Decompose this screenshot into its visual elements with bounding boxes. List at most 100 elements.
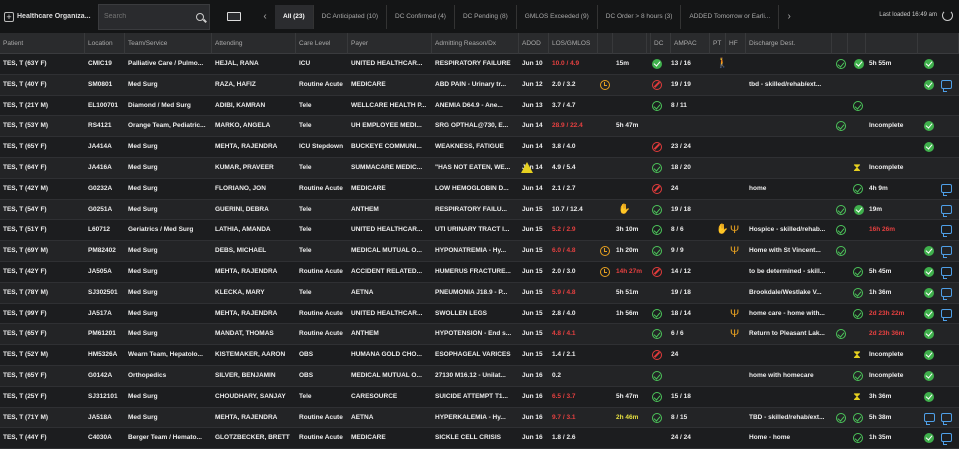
payer-cell: UH EMPLOYEE MEDI...	[351, 122, 422, 130]
table-row[interactable]: TES, T (53Y M) RS4121 Orange Team, Pediatr…	[0, 116, 959, 138]
search-icon[interactable]	[196, 12, 204, 21]
comment-icon[interactable]	[941, 79, 952, 92]
keyboard-button[interactable]	[210, 0, 258, 33]
column-header[interactable]: Discharge Dest.	[746, 33, 832, 54]
check-circle-icon	[652, 204, 662, 215]
search-input[interactable]	[104, 13, 184, 20]
organization-selector[interactable]: + Healthcare Organiza...	[0, 0, 98, 33]
tab-gmlos-exceeded[interactable]: GMLOS Exceeded (9)	[517, 4, 598, 29]
refresh-icon[interactable]	[942, 10, 953, 21]
admit-date-cell: Jun 15	[522, 351, 543, 359]
los-gmlos-cell: 3.7 / 4.7	[552, 101, 576, 109]
comment-icon[interactable]	[941, 204, 952, 217]
attending-cell: GUERINI, DEBRA	[215, 205, 269, 213]
table-row[interactable]: TES, T (78Y M) SJ302501 Med Surg KLECKA, MA…	[0, 282, 959, 304]
column-header[interactable]: Patient	[0, 33, 85, 54]
comment-icon[interactable]	[941, 287, 952, 300]
comment-icon[interactable]	[941, 412, 952, 425]
table-row[interactable]: TES, T (99Y F) JA517A Med Surg MEHTA, RAJEN…	[0, 303, 959, 325]
time-cell: 1h 20m	[616, 247, 639, 255]
column-header[interactable]: Location	[85, 33, 125, 54]
column-header[interactable]: Attending	[212, 33, 296, 54]
time-cell	[613, 324, 647, 344]
comment-icon[interactable]	[924, 412, 935, 425]
table-row[interactable]: TES, T (71Y M) JA518A Med Surg MEHTA, RAJEN…	[0, 407, 959, 429]
location-cell: RS4121	[88, 122, 112, 130]
column-header[interactable]: AMPAC	[671, 33, 710, 54]
column-header[interactable]: Team/Service	[125, 33, 212, 54]
table-row[interactable]: TES, T (69Y M) PM82402 Med Surg DEBS, MICHA…	[0, 241, 959, 262]
column-header[interactable]	[918, 33, 959, 54]
tab-dc-confirmed[interactable]: DC Confirmed (4)	[387, 4, 455, 29]
tab-dc-anticipated[interactable]: DC Anticipated (10)	[314, 4, 388, 29]
los-gmlos-cell: 1.8 / 2.6	[552, 434, 576, 442]
table-row[interactable]: TES, T (65Y F) G0142A Orthopedics SILVER, B…	[0, 365, 959, 387]
column-header[interactable]	[832, 33, 848, 54]
diagnosis-cell: UTI URINARY TRACT I...	[435, 226, 510, 234]
tab-dc-order[interactable]: DC Order > 8 hours (3)	[598, 4, 682, 29]
table-row[interactable]: TES, T (54Y F) G0251A Med Surg GUERINI, DEB…	[0, 199, 959, 221]
check-circle-filled-icon	[854, 59, 864, 69]
comment-icon[interactable]	[941, 433, 952, 446]
table-row[interactable]: TES, T (42Y F) JA505A Med Surg MEHTA, RAJEN…	[0, 261, 959, 283]
table-row[interactable]: TES, T (65Y F) JA414A Med Surg MEHTA, RAJEN…	[0, 137, 959, 158]
check-circle-icon	[652, 225, 662, 236]
admit-date-cell: Jun 15	[522, 309, 543, 317]
comment-icon[interactable]	[941, 266, 952, 279]
table-row[interactable]: TES, T (44Y F) C4030A Berger Team / Hemato…	[0, 428, 959, 449]
table-row[interactable]: TES, T (64Y F) JA416A Med Surg KUMAR, PRAVE…	[0, 157, 959, 179]
location-cell: HM5326A	[88, 351, 118, 359]
admit-date-cell: Jun 13	[522, 101, 543, 109]
table-row[interactable]: TES, T (52Y M) HM5326A Wearn Team, Hepatol…	[0, 345, 959, 366]
search-box[interactable]	[98, 3, 210, 30]
ampac-cell: 8 / 11	[671, 101, 687, 109]
tab-all[interactable]: All (23)	[275, 4, 314, 29]
column-header[interactable]: Admitting Reason/Dx	[432, 33, 519, 54]
table-row[interactable]: TES, T (42Y M) G0232A Med Surg FLORIANO, JO…	[0, 178, 959, 200]
comment-icon[interactable]	[941, 183, 952, 196]
column-header[interactable]: HF	[726, 33, 746, 54]
check-circle-icon	[836, 225, 846, 236]
diagnosis-cell: ESOPHAGEAL VARICES	[435, 351, 511, 359]
location-cell: JA505A	[88, 267, 112, 275]
duration-cell: 5h 45m	[869, 267, 892, 275]
check-circle-icon	[836, 121, 846, 132]
table-row[interactable]: TES, T (21Y M) EL100701 Diamond / Med Surg…	[0, 95, 959, 117]
comment-icon[interactable]	[941, 308, 952, 321]
admit-date-cell: Jun 14	[522, 143, 543, 151]
table-row[interactable]: TES, T (51Y F) L60712 Geriatrics / Med Sur…	[0, 220, 959, 242]
attending-cell: GLOTZBECKER, BRETT	[215, 434, 290, 442]
meal-icon: Ψ	[730, 328, 740, 341]
column-header[interactable]	[848, 33, 866, 54]
team-cell: Med Surg	[128, 163, 158, 171]
column-header[interactable]: LOS/GMLOS	[549, 33, 598, 54]
comment-icon[interactable]	[941, 225, 952, 238]
column-header[interactable]: DC	[651, 33, 671, 54]
time-cell: 2h 46m	[616, 413, 639, 421]
discharge-dest-cell	[746, 54, 832, 74]
column-header[interactable]	[598, 33, 613, 54]
tabs-prev-button[interactable]: ‹	[255, 0, 275, 33]
table-row[interactable]: TES, T (40Y F) SM0801 Med Surg RAZA, HAFIZ R…	[0, 74, 959, 96]
column-header[interactable]: PT	[710, 33, 726, 54]
table-row[interactable]: TES, T (63Y F) CMIC19 Palliative Care / Pu…	[0, 54, 959, 75]
add-icon[interactable]: +	[4, 11, 14, 22]
check-circle-icon	[652, 162, 662, 173]
column-header[interactable]	[866, 33, 918, 54]
payer-cell: UNITED HEALTHCAR...	[351, 226, 423, 234]
check-circle-icon	[652, 308, 662, 319]
blocked-icon	[652, 266, 662, 277]
table-row[interactable]: TES, T (65Y F) PM61201 Med Surg MANDAT, THO…	[0, 324, 959, 346]
tab-dc-pending[interactable]: DC Pending (8)	[455, 4, 517, 29]
location-cell: SJ312101	[88, 392, 118, 400]
column-header[interactable]: Payer	[348, 33, 432, 54]
tabs-next-button[interactable]: ›	[779, 0, 799, 33]
admit-date-cell: Jun 16	[522, 434, 543, 442]
tab-added-tomorrow[interactable]: ADDED Tomorrow or Earli...	[681, 4, 780, 29]
column-header[interactable]: Care Level	[296, 33, 348, 54]
column-header[interactable]: ADOD	[519, 33, 549, 54]
table-row[interactable]: TES, T (25Y F) SJ312101 Med Surg CHOUDHARY,…	[0, 386, 959, 408]
comment-icon[interactable]	[941, 246, 952, 259]
hand-icon: ✋	[618, 203, 631, 215]
column-header[interactable]	[613, 33, 647, 54]
